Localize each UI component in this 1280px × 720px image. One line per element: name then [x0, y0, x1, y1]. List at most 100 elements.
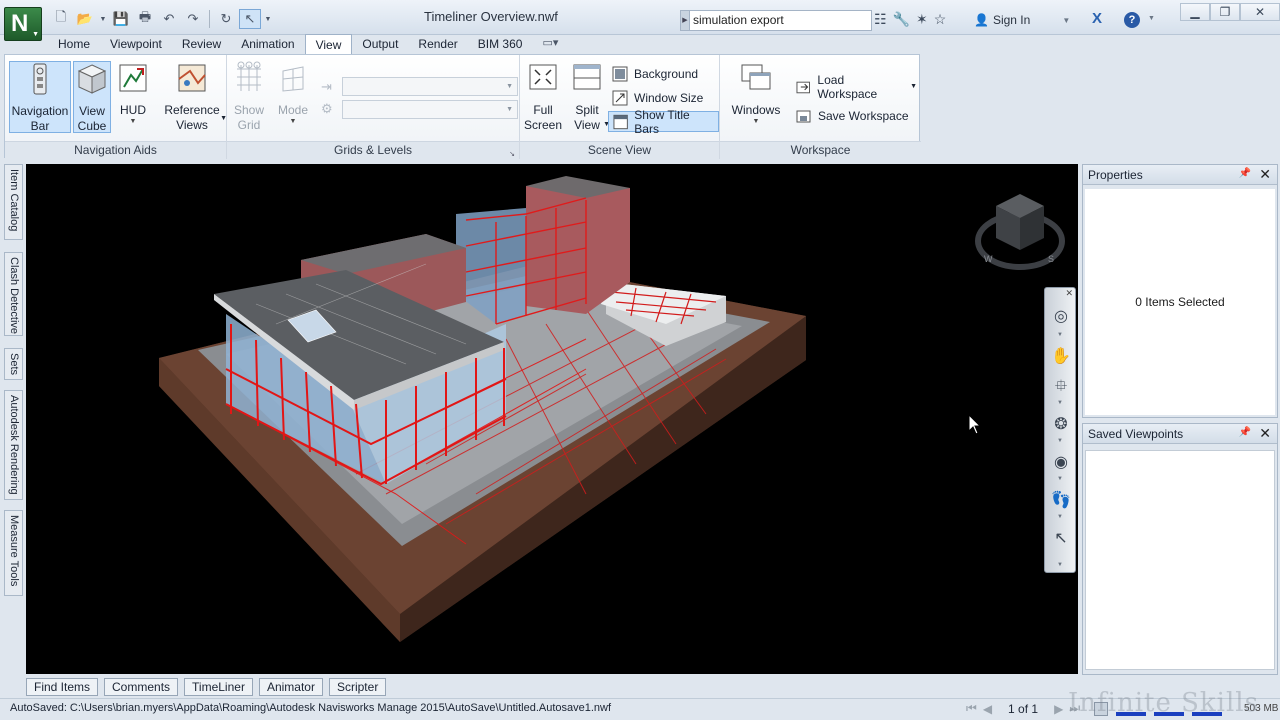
help-dropdown-icon[interactable]: ▼: [1148, 15, 1155, 22]
dock-tab-clash-detective[interactable]: Clash Detective: [4, 252, 23, 336]
windows-label: Windows: [731, 103, 781, 117]
tab-timeliner[interactable]: TimeLiner: [184, 678, 253, 696]
sign-in-button[interactable]: 👤 Sign In ▼: [974, 13, 1070, 27]
autodesk-rendering-label: Autodesk Rendering: [8, 395, 20, 495]
tab-review[interactable]: Review: [172, 34, 231, 54]
tab-animation[interactable]: Animation: [231, 34, 304, 54]
reference-views-button[interactable]: Reference Views ▼: [159, 61, 227, 133]
redo-icon[interactable]: ↷: [182, 9, 204, 29]
load-workspace-button[interactable]: Load Workspace ▼: [792, 73, 921, 101]
show-grid-button[interactable]: Show Grid: [231, 61, 267, 133]
qat-dropdown-icon[interactable]: ▼: [98, 9, 108, 29]
select-arrow-icon[interactable]: ↖: [239, 9, 261, 29]
zoom-window-icon[interactable]: ⯐: [1050, 376, 1072, 398]
dock-tab-measure-tools[interactable]: Measure Tools: [4, 510, 23, 596]
search-expand-icon[interactable]: ▶: [680, 10, 690, 31]
select-cursor-icon[interactable]: ↖: [1050, 528, 1072, 550]
navigation-bar-button[interactable]: Navigation Bar: [9, 61, 71, 133]
windows-dropdown-icon[interactable]: ▼: [728, 118, 784, 126]
ribbon: Navigation Bar View Cube HUD ▼ Reference…: [4, 54, 921, 159]
navigation-bar-label-1: Navigation: [11, 104, 69, 118]
search-input[interactable]: [693, 13, 869, 27]
split-view-button[interactable]: Split View ▼: [568, 61, 610, 133]
ribbon-options-icon[interactable]: ▭▾: [532, 34, 568, 54]
window-size-button[interactable]: Window Size: [608, 87, 707, 108]
tab-bim360[interactable]: BIM 360: [468, 34, 533, 54]
tab-animator[interactable]: Animator: [258, 678, 323, 696]
grid-mode-button[interactable]: Mode ▼: [273, 61, 313, 133]
background-icon: [612, 66, 628, 81]
close-icon[interactable]: ✕: [1259, 425, 1271, 442]
saved-viewpoints-list[interactable]: [1085, 450, 1275, 670]
load-workspace-icon: [796, 81, 810, 93]
minimize-icon[interactable]: ▁: [1180, 3, 1210, 21]
show-grid-label-2: Grid: [237, 118, 261, 132]
tab-view[interactable]: View: [304, 34, 353, 54]
previous-page-icon[interactable]: ◀: [983, 702, 992, 716]
new-file-icon[interactable]: 🗋: [50, 9, 72, 29]
tab-output[interactable]: Output: [352, 34, 408, 54]
show-title-bars-button[interactable]: Show Title Bars: [608, 108, 719, 136]
reference-views-dropdown-icon[interactable]: ▼: [220, 111, 227, 126]
dialog-launcher-icon[interactable]: ↘: [509, 146, 515, 163]
steering-wheel-icon[interactable]: ◎: [1050, 306, 1072, 328]
refresh-icon[interactable]: ↻: [215, 9, 237, 29]
load-workspace-dropdown-icon[interactable]: ▼: [910, 83, 917, 90]
next-page-icon[interactable]: ▶: [1054, 702, 1063, 716]
grid-mode-label: Mode: [277, 103, 309, 117]
pan-hand-icon[interactable]: ✋: [1050, 346, 1072, 368]
grid-mode-dropdown-icon[interactable]: ▼: [273, 118, 313, 126]
pin-icon[interactable]: 📌: [1239, 168, 1251, 179]
dock-tab-item-catalog[interactable]: Item Catalog: [4, 164, 23, 240]
first-page-icon[interactable]: ⏮: [966, 701, 977, 716]
tab-home[interactable]: Home: [48, 34, 100, 54]
print-icon[interactable]: 🖶: [134, 9, 156, 29]
windows-button[interactable]: Windows ▼: [728, 61, 784, 133]
tab-comments[interactable]: Comments: [104, 678, 179, 696]
view-cube-button[interactable]: View Cube: [73, 61, 111, 133]
background-button[interactable]: Background: [608, 63, 702, 84]
orbit-icon[interactable]: ❂: [1050, 414, 1072, 436]
saved-viewpoints-header: Saved Viewpoints 📌 ✕: [1083, 424, 1277, 444]
search-box[interactable]: ▶: [680, 10, 872, 31]
hud-icon: [119, 64, 147, 92]
open-file-icon[interactable]: 📂: [74, 9, 96, 29]
application-menu-button[interactable]: N ▼: [4, 7, 42, 41]
scene-viewport[interactable]: W S: [26, 164, 1078, 674]
binoculars-icon[interactable]: ☷: [874, 11, 887, 28]
look-eye-icon[interactable]: ◉: [1050, 452, 1072, 474]
pin-icon[interactable]: 📌: [1239, 427, 1251, 438]
undo-icon[interactable]: ↶: [158, 9, 180, 29]
maximize-icon[interactable]: ❐: [1210, 3, 1240, 21]
satellite-icon[interactable]: ✶: [916, 11, 928, 28]
tab-viewpoint[interactable]: Viewpoint: [100, 34, 172, 54]
grid-level-combo[interactable]: ▼: [342, 100, 518, 119]
dock-tab-sets[interactable]: Sets: [4, 348, 23, 380]
grid-location-combo[interactable]: ▼: [342, 77, 518, 96]
navbar-close-icon[interactable]: ✕: [1065, 288, 1073, 299]
select-dropdown-icon[interactable]: ▼: [263, 9, 273, 29]
dock-tab-autodesk-rendering[interactable]: Autodesk Rendering: [4, 390, 23, 500]
exchange-icon[interactable]: X: [1092, 11, 1106, 26]
close-window-icon[interactable]: ✕: [1240, 3, 1280, 21]
close-icon[interactable]: ✕: [1259, 166, 1271, 183]
hud-button[interactable]: HUD ▼: [115, 61, 151, 133]
title-bar: 🗋 📂 ▼ 💾 🖶 ↶ ↷ ↻ ↖ ▼ Timeliner Overview.n…: [0, 0, 1280, 35]
full-screen-button[interactable]: Full Screen: [524, 61, 562, 133]
tab-scripter[interactable]: Scripter: [328, 678, 387, 696]
help-icon[interactable]: ?: [1124, 12, 1140, 28]
save-workspace-button[interactable]: Save Workspace: [792, 105, 913, 126]
measure-tools-label: Measure Tools: [8, 515, 20, 587]
star-icon[interactable]: ☆: [934, 11, 947, 28]
full-screen-label-2: Screen: [524, 118, 563, 132]
wrench-icon[interactable]: 🔧: [893, 11, 910, 28]
properties-empty-text: 0 Items Selected: [1135, 295, 1225, 309]
tab-find-items[interactable]: Find Items: [26, 678, 99, 696]
window-size-label: Window Size: [634, 90, 704, 105]
reference-views-label-2: Views: [176, 118, 208, 132]
tab-render[interactable]: Render: [408, 34, 467, 54]
hud-dropdown-icon[interactable]: ▼: [115, 118, 151, 126]
save-icon[interactable]: 💾: [110, 9, 132, 29]
walk-footprints-icon[interactable]: 👣: [1050, 490, 1072, 512]
panel-navigation-aids: Navigation Bar View Cube HUD ▼ Reference…: [5, 55, 227, 159]
